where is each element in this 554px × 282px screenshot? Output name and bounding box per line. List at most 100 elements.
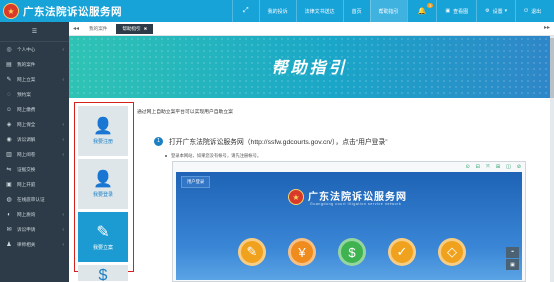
nav-view[interactable]: ▣ 查看图 [436,0,476,22]
service-circle-icon[interactable]: $ [338,238,366,266]
tabs-prev-icon[interactable]: ◂◂ [69,25,83,32]
tab-bar: ◂◂ 我的案件 帮助指引 ✖ ▸▸ [69,22,554,36]
sidebar-item[interactable]: ⇋ 证据交换 [0,162,69,177]
sidebar-item[interactable]: ◌ 预约案 [0,87,69,102]
brand[interactable]: ★ 广东法院诉讼服务网 [3,3,122,19]
sidebar-item-icon: ▣ [6,182,12,188]
sidebar-item[interactable]: ☺ 网上缴费 [0,102,69,117]
sidebar-item[interactable]: ✎ 网上立案 ‹ [0,72,69,87]
tile-login[interactable]: 👤 我要登录 [78,159,128,209]
sidebar-item-icon: ◐ [7,211,11,218]
sidebar-item-icon: ✉ [6,227,12,233]
sidebar-item[interactable]: ◎ 个人中心 ‹ [0,42,69,57]
chevron-left-icon: ‹ [62,151,64,158]
user-icon: 👤 [93,170,113,188]
court-emblem-icon: ★ [288,189,304,205]
sidebar-toggle-icon[interactable]: ☰ [0,22,69,42]
nav-settings[interactable]: ⚙ 设置 ▾ [476,0,515,22]
tab-label: 帮助指引 [122,25,141,31]
qr-icon[interactable]: ▣ [506,259,519,270]
sidebar-item[interactable]: ▤ 我的案件 [0,57,69,72]
sidebar-item-icon: ◎ [6,47,12,53]
app-title: 广东法院诉讼服务网 [23,5,122,18]
quote-icon[interactable]: ❝ [506,247,519,258]
grid-icon[interactable]: ⊞ [496,164,500,170]
close-icon[interactable]: ✖ [144,26,147,31]
tile-register[interactable]: 👤 我要注册 [78,106,128,156]
copy-icon[interactable]: ◫ [506,164,511,170]
tab-help-guide[interactable]: 帮助指引 ✖ [116,23,154,34]
sidebar-item-icon: ◍ [6,197,12,203]
add-user-icon: 👤 [93,117,113,135]
tab-my-cases[interactable]: 我的案件 [83,24,113,34]
tab-label: 我的案件 [89,25,108,31]
tile-payment[interactable]: $ [78,265,128,281]
float-buttons: ❝ ▣ [506,247,519,271]
gear-icon: ⚙ [485,8,490,14]
sidebar-item-icon: ⇋ [6,167,12,173]
help-content: 👤 我要注册 👤 我要登录 ✎ 我要立案 $ 通过网上自助立案平台可以实现用户自… [69,98,550,282]
user-login-button[interactable]: 用户登录 [181,176,211,188]
top-nav: ⤢ 我的投诉 法律文书送达 首页 帮助指引 🔔 3 ▣ 查看图 ⚙ 设置 ▾ ⏻ 退出 [232,0,549,22]
sidebar-item-label: 证据交换 [17,166,36,172]
screenshot-preview: ⊙ ⊟ ⤧ ⊞ ◫ ⊘ 用户登录 ★ 广东法院诉讼服务网 Guangdong c… [172,161,526,282]
nav-document-delivery[interactable]: 法律文书送达 [295,0,343,22]
tabs-next-icon[interactable]: ▸▸ [544,24,550,31]
chevron-left-icon: ‹ [62,241,64,248]
scrollbar[interactable] [550,36,554,282]
sidebar-item-label: 网上开庭 [17,181,36,187]
intro-text: 通过网上自助立案平台可以实现用户自助立案 [137,110,233,115]
tile-file-case[interactable]: ✎ 我要立案 [78,212,128,262]
scrollbar-thumb[interactable] [550,38,554,98]
sidebar-item-label: 网上立案 [17,76,36,82]
sidebar-item-icon: ◉ [6,137,12,143]
step-1: 1 打开广东法院诉讼服务网（http://ssfw.gdcourts.gov.c… [154,136,388,146]
sidebar-item[interactable]: ◐ 网上质询 ‹ [0,207,69,222]
tile-label: 我要立案 [92,244,113,251]
fullscreen-icon[interactable]: ⤧ [486,164,490,170]
nav-view-label: 查看图 [453,8,469,15]
expand-icon[interactable]: ⤢ [232,0,259,22]
sidebar-item[interactable]: ▣ 网上开庭 [0,177,69,192]
service-circle-icon[interactable]: ◇ [438,238,466,266]
sidebar-item[interactable]: ✉ 诉讼申请 ‹ [0,222,69,237]
notification-bell-icon[interactable]: 🔔 3 [406,0,437,22]
bullet-icon [165,154,167,157]
image-icon: ▣ [445,8,451,14]
sidebar-menu: ◎ 个人中心 ‹ ▤ 我的案件 ✎ 网上立案 ‹ ◌ 预约案 ☺ 网上缴费 ◈ 网上保全 ‹ ◉ 诉讼调解 ‹ ▥ 网… [0,42,69,252]
chevron-down-icon: ▾ [504,8,508,14]
site-subtitle: Guangdong court litigation service netwo… [310,202,402,206]
sidebar-item-label: 网上阅卷 [17,151,36,157]
chevron-left-icon: ‹ [62,226,64,233]
sidebar-item-label: 我的案件 [17,61,36,67]
sidebar-item-label: 预约案 [17,91,31,97]
sidebar-item-label: 网上保全 [17,121,36,127]
site-preview: 用户登录 ★ 广东法院诉讼服务网 Guangdong court litigat… [176,172,522,280]
sidebar-item[interactable]: ◍ 在线庭审认证 [0,192,69,207]
service-icons: ✎ ¥ $ ✓ ◇ [238,238,488,266]
site-title: 广东法院诉讼服务网 [308,192,407,203]
service-circle-icon[interactable]: ✎ [238,238,266,266]
tip-text: 登录本网站，如果您没有帐号，请先注册帐号。 [171,153,262,158]
chevron-left-icon: ‹ [62,211,64,218]
zoom-icon[interactable]: ⊙ [465,164,469,170]
sidebar-item[interactable]: ▥ 网上阅卷 ‹ [0,147,69,162]
sidebar-item-label: 网上缴费 [17,106,36,112]
save-icon[interactable]: ⊟ [476,164,480,170]
service-circle-icon[interactable]: ✓ [388,238,416,266]
sidebar-item[interactable]: ◈ 网上保全 ‹ [0,117,69,132]
sidebar-item-label: 在线庭审认证 [17,196,45,202]
preview-toolbar: ⊙ ⊟ ⤧ ⊞ ◫ ⊘ [459,164,521,170]
sidebar-item-icon: ✎ [6,77,12,83]
block-icon[interactable]: ⊘ [517,164,521,170]
sidebar-item-label: 诉讼申请 [17,226,36,232]
nav-home[interactable]: 首页 [342,0,370,22]
nav-my-complaints[interactable]: 我的投诉 [258,0,296,22]
nav-help-guide[interactable]: 帮助指引 [369,0,407,22]
service-circle-icon[interactable]: ¥ [288,238,316,266]
sidebar-item[interactable]: ◉ 诉讼调解 ‹ [0,132,69,147]
sidebar-item[interactable]: ♟ 律师相关 ‹ [0,237,69,252]
banner-title: 帮助指引 [271,60,348,77]
chevron-left-icon: ‹ [62,76,64,83]
nav-logout[interactable]: ⏻ 退出 [515,0,549,22]
